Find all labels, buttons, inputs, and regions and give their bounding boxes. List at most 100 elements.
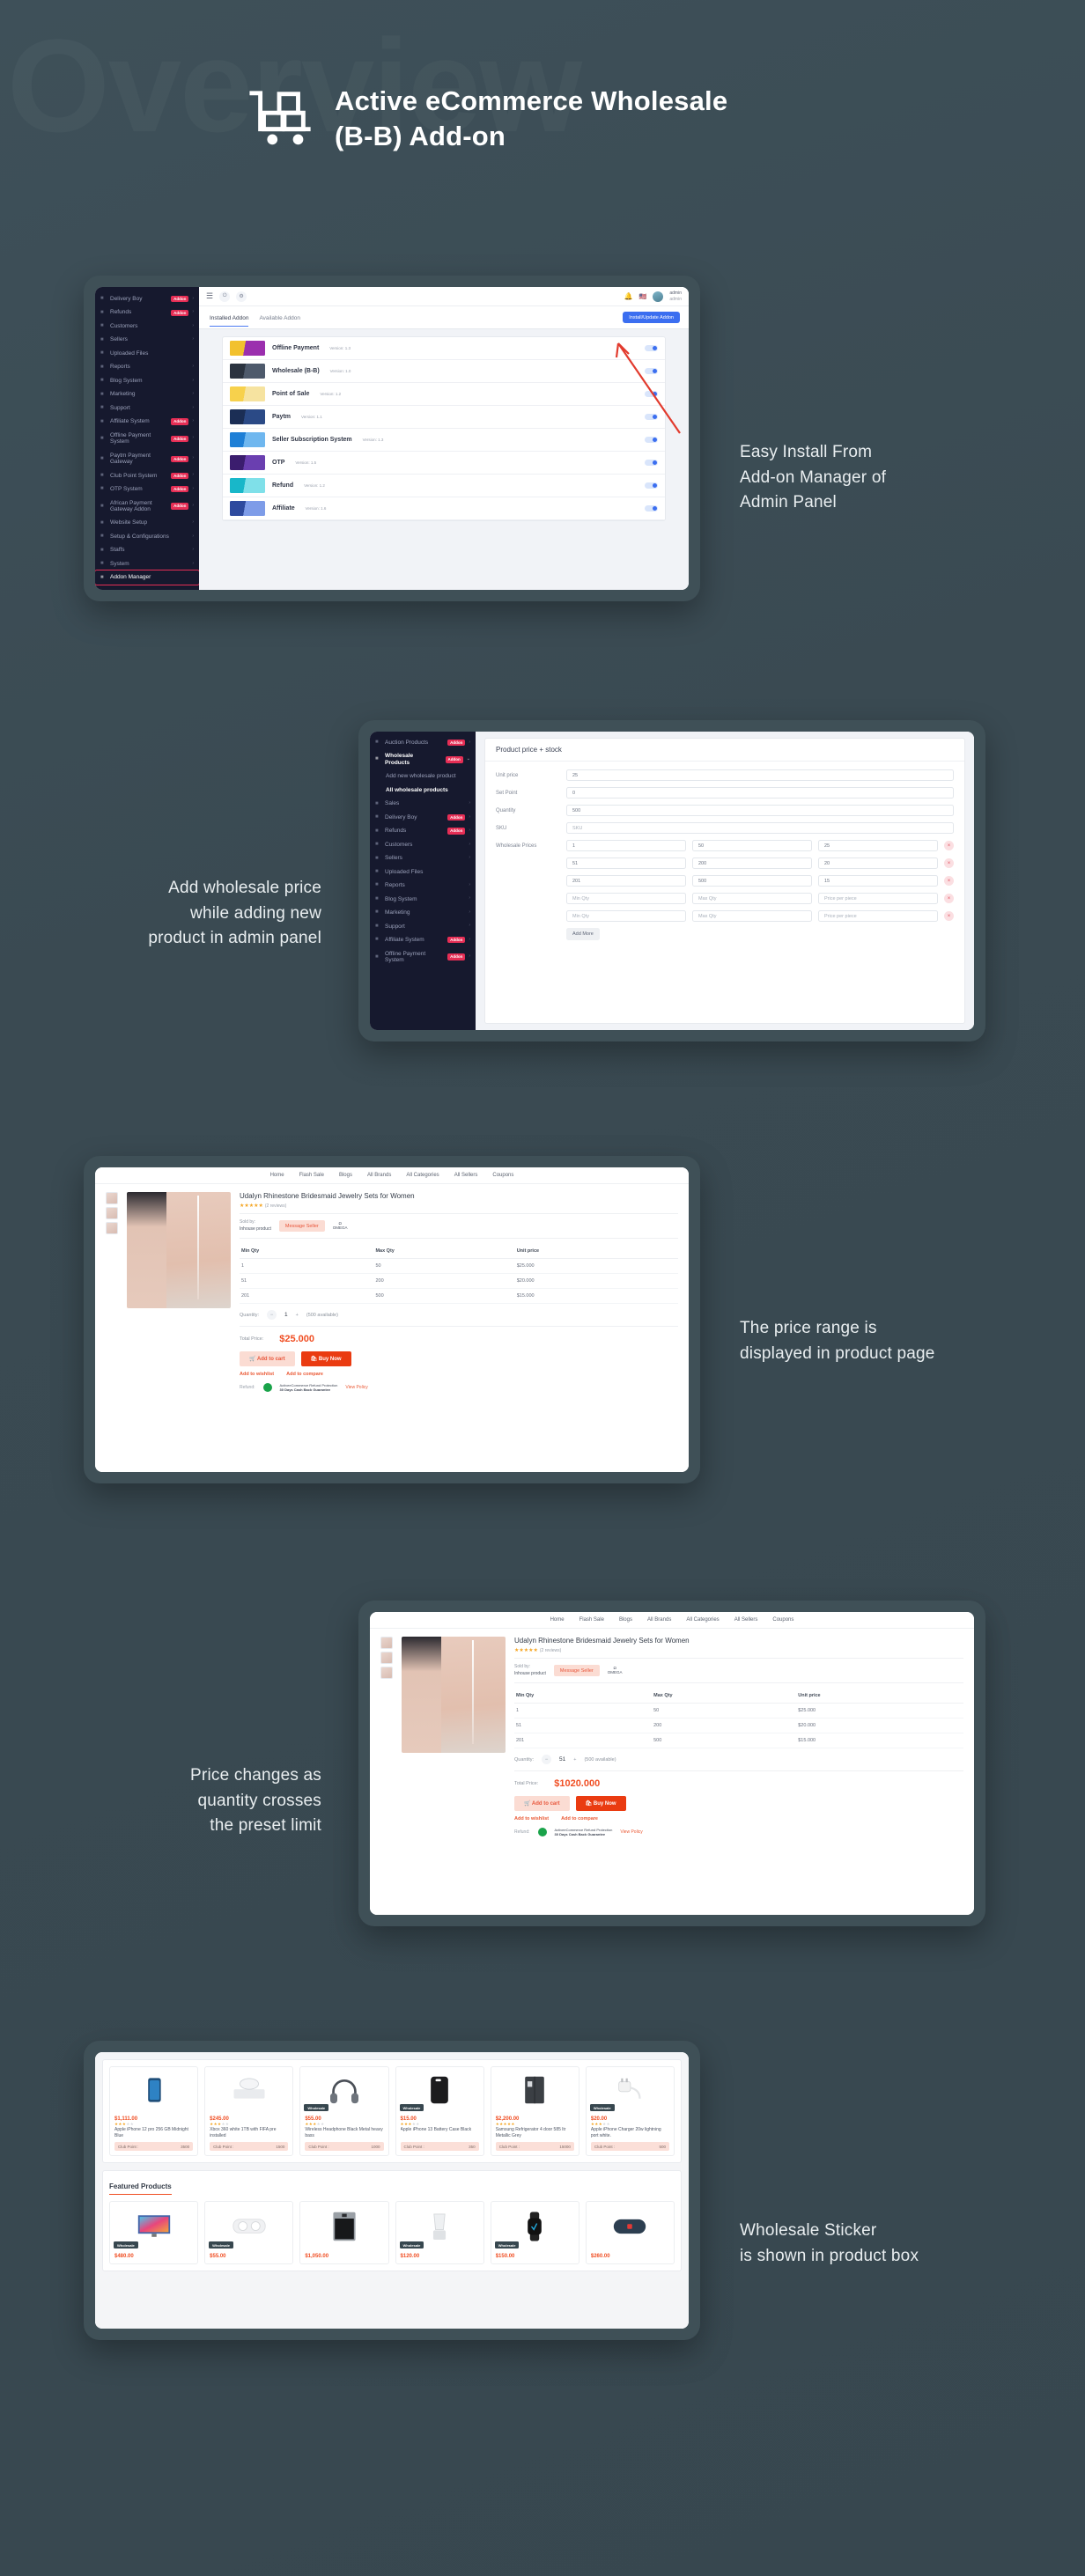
add-to-compare-link-2[interactable]: Add to compare	[561, 1816, 598, 1822]
sidebar-item-wholesale-products[interactable]: ■ Wholesale Products Addon ⌄	[370, 749, 476, 769]
nav-link-coupons[interactable]: Coupons	[492, 1173, 513, 1178]
sidebar-item-setup-configurations[interactable]: ■ Setup & Configurations ›	[95, 530, 199, 543]
addon-toggle[interactable]	[645, 413, 658, 421]
product-image[interactable]: Wholesale	[300, 2067, 388, 2113]
quantity-stepper-2[interactable]: Quantity: − 51 + (500 available)	[514, 1748, 963, 1771]
sidebar-item-blog-system[interactable]: ■ Blog System ›	[95, 374, 199, 387]
addon-toggle[interactable]	[645, 459, 658, 467]
sidebar-item-website-setup[interactable]: ■ Website Setup ›	[95, 516, 199, 529]
sidebar-item-club-point-system[interactable]: ■ Club Point System Addon ›	[95, 469, 199, 482]
product-image[interactable]	[205, 2067, 292, 2113]
quantity-decrease-button-2[interactable]: −	[542, 1755, 552, 1764]
sidebar-item-african-payment-gateway-addon[interactable]: ■ African Payment Gateway Addon Addon ›	[95, 497, 199, 517]
nav-link-home[interactable]: Home	[550, 1617, 565, 1623]
sidebar-item-uploaded-files[interactable]: ■ Uploaded Files	[95, 347, 199, 360]
price-per-piece-input[interactable]: 15	[818, 875, 938, 887]
tab-installed-addon[interactable]: Installed Addon	[210, 315, 249, 327]
sidebar-item-affiliate-system[interactable]: ■ Affiliate System Addon ›	[370, 933, 476, 946]
remove-row-icon[interactable]: ×	[944, 894, 954, 903]
addon-toggle[interactable]	[645, 390, 658, 398]
sidebar-item-system[interactable]: ■ System ›	[95, 557, 199, 570]
message-seller-button-2[interactable]: Message Seller	[553, 1665, 600, 1676]
sidebar-item-auction-products[interactable]: ■ Auction Products Addon ›	[370, 736, 476, 749]
addon-toggle[interactable]	[645, 482, 658, 489]
nav-link-all-sellers[interactable]: All Sellers	[734, 1617, 758, 1623]
product-hero-image-2[interactable]	[402, 1637, 506, 1753]
sidebar-item-customers[interactable]: ■ Customers ›	[370, 838, 476, 851]
featured-product-card[interactable]: Wholesale $150.00	[490, 2201, 579, 2264]
product-card[interactable]: $1,111.00 ★★★★★ Apple iPhone 12 pro 256 GB…	[109, 2066, 199, 2156]
quantity-increase-button[interactable]: +	[296, 1313, 299, 1318]
product-thumbnails[interactable]	[106, 1192, 118, 1393]
price-per-piece-input[interactable]: Price per piece	[818, 893, 938, 904]
addon-toggle[interactable]	[645, 504, 658, 512]
thumbnail-2[interactable]	[380, 1652, 393, 1664]
add-to-cart-button[interactable]: 🛒 Add to cart	[240, 1351, 295, 1366]
remove-row-icon[interactable]: ×	[944, 911, 954, 921]
min-qty-input[interactable]: Min Qty	[566, 893, 686, 904]
featured-product-card[interactable]: Wholesale $55.00	[204, 2201, 294, 2264]
max-qty-input[interactable]: Max Qty	[692, 893, 812, 904]
field-input[interactable]: 25	[566, 769, 954, 781]
max-qty-input[interactable]: Max Qty	[692, 910, 812, 922]
product-price-form[interactable]: Unit price 25 Set Point 0 Quantity 500 SKU SKU W…	[485, 762, 964, 948]
sidebar-item-paytm-payment-gateway[interactable]: ■ Paytm Payment Gateway Addon ›	[95, 449, 199, 469]
min-qty-input[interactable]: 201	[566, 875, 686, 887]
sidebar-item-marketing[interactable]: ■ Marketing ›	[370, 906, 476, 919]
thumbnail-1[interactable]	[106, 1192, 118, 1204]
view-policy-link-2[interactable]: View Policy	[620, 1829, 642, 1835]
sidebar-item-customers[interactable]: ■ Customers ›	[95, 320, 199, 333]
hamburger-icon[interactable]: ☰	[206, 291, 213, 301]
product-image[interactable]: Wholesale	[587, 2067, 674, 2113]
sidebar-item-blog-system[interactable]: ■ Blog System ›	[370, 893, 476, 906]
product-image[interactable]: Wholesale	[205, 2202, 292, 2250]
remove-row-icon[interactable]: ×	[944, 841, 954, 850]
price-per-piece-input[interactable]: 25	[818, 840, 938, 851]
price-per-piece-input[interactable]: 20	[818, 857, 938, 869]
add-more-button[interactable]: Add More	[566, 928, 600, 940]
product-thumbnails-2[interactable]	[380, 1637, 393, 1837]
nav-link-all-brands[interactable]: All Brands	[647, 1617, 671, 1623]
flag-icon[interactable]: 🇺🇸	[639, 293, 647, 300]
bell-icon[interactable]: 🔔	[624, 292, 633, 300]
nav-link-flash-sale[interactable]: Flash Sale	[579, 1617, 604, 1623]
sidebar-item-offline-payment-system[interactable]: ■ Offline Payment System Addon ›	[95, 429, 199, 449]
storefront-nav-2[interactable]: Home Flash Sale Blogs All Brands All Categor…	[370, 1612, 974, 1629]
addon-tabs[interactable]: Installed Addon Available Addon Install/…	[199, 306, 689, 329]
remove-row-icon[interactable]: ×	[944, 858, 954, 868]
sidebar-item-marketing[interactable]: ■ Marketing ›	[95, 387, 199, 401]
sidebar-item-delivery-boy[interactable]: ■ Delivery Boy Addon ›	[370, 811, 476, 824]
install-update-addon-button[interactable]: Install/Update Addon	[623, 312, 680, 323]
price-per-piece-input[interactable]: Price per piece	[818, 910, 938, 922]
nav-link-all-sellers[interactable]: All Sellers	[454, 1173, 478, 1178]
sidebar-item-reports[interactable]: ■ Reports ›	[370, 879, 476, 892]
field-input[interactable]: 500	[566, 805, 954, 816]
add-to-wishlist-link[interactable]: Add to wishlist	[240, 1372, 274, 1377]
product-hero-image[interactable]	[127, 1192, 231, 1308]
add-to-wishlist-link-2[interactable]: Add to wishlist	[514, 1816, 549, 1822]
quantity-increase-button-2[interactable]: +	[573, 1757, 576, 1763]
product-image[interactable]	[491, 2067, 579, 2113]
max-qty-input[interactable]: 200	[692, 857, 812, 869]
nav-link-flash-sale[interactable]: Flash Sale	[299, 1173, 324, 1178]
field-input[interactable]: SKU	[566, 822, 954, 834]
thumbnail-3[interactable]	[380, 1667, 393, 1679]
product-image[interactable]: Wholesale	[491, 2202, 579, 2250]
sidebar-item-addon-manager[interactable]: ■ Addon Manager	[95, 570, 199, 585]
wholesale-sidebar[interactable]: ■ Auction Products Addon › ■ Wholesale Produc…	[370, 732, 476, 1030]
tab-available-addon[interactable]: Available Addon	[259, 315, 300, 326]
storefront-nav[interactable]: Home Flash Sale Blogs All Brands All Categor…	[95, 1167, 689, 1184]
sidebar-item-sellers[interactable]: ■ Sellers ›	[95, 333, 199, 346]
max-qty-input[interactable]: 50	[692, 840, 812, 851]
product-image[interactable]: Wholesale	[396, 2202, 483, 2250]
add-to-cart-button-2[interactable]: 🛒 Add to cart	[514, 1796, 570, 1811]
thumbnail-3[interactable]	[106, 1222, 118, 1234]
addon-toggle[interactable]	[645, 367, 658, 375]
nav-link-all-brands[interactable]: All Brands	[367, 1173, 391, 1178]
product-card[interactable]: Wholesale $15.00 ★★★★★ Apple iPhone 13 Batt…	[395, 2066, 484, 2156]
sidebar-item-reports[interactable]: ■ Reports ›	[95, 360, 199, 373]
sidebar-item-refunds[interactable]: ■ Refunds Addon ›	[370, 824, 476, 837]
nav-link-coupons[interactable]: Coupons	[772, 1617, 793, 1623]
avatar[interactable]	[653, 291, 664, 302]
featured-product-card[interactable]: $1,050.00	[299, 2201, 389, 2264]
